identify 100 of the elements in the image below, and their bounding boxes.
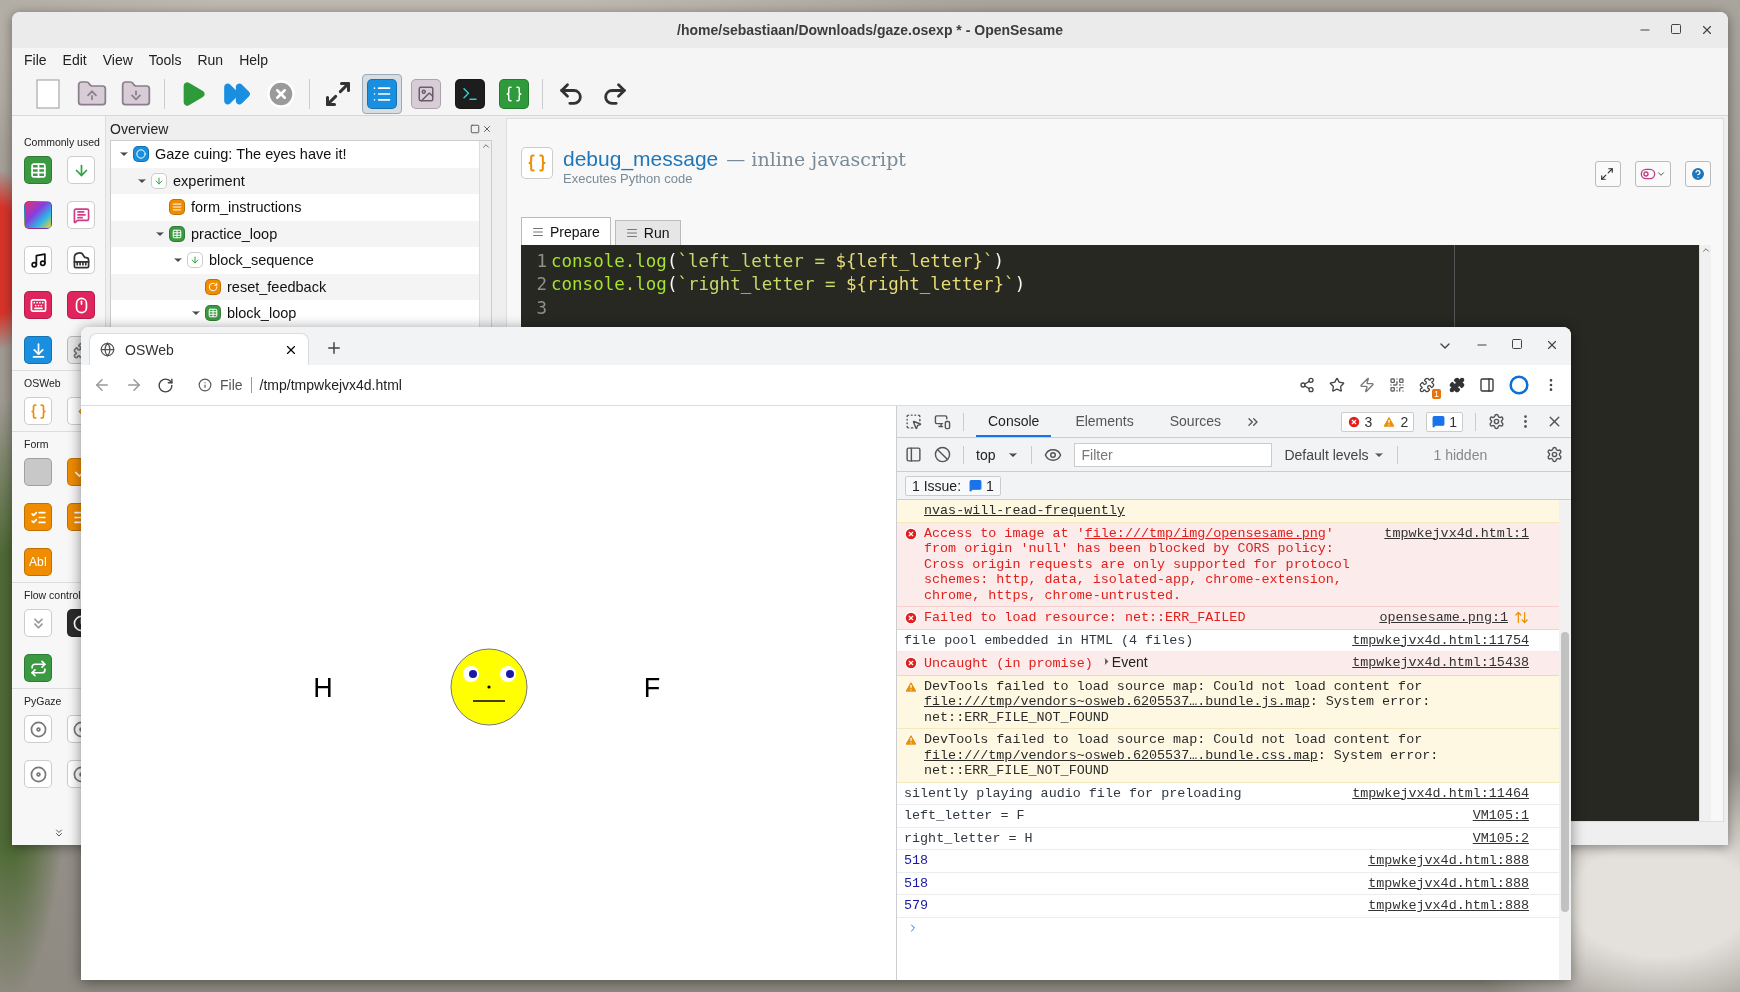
checklist-icon — [24, 503, 52, 531]
down-arrow-icon — [151, 172, 167, 189]
table-icon — [205, 305, 221, 322]
inspect-icon[interactable] — [905, 413, 922, 430]
page-icon — [625, 227, 638, 239]
source-link[interactable]: VM105:1 — [1472, 808, 1529, 824]
code-line: console.log(`left_letter = ${left_letter}`) — [551, 250, 1005, 271]
console-message: Access to image at 'file:///tmp/img/opensesame.png' from origin 'null' has been blocked by CORS policy: Cross origin requests are only supported for protocol schemes: http, data, isolated-app, chrome-extension, chrome, https, chrome-untrusted. — [924, 525, 1351, 603]
extension-icon[interactable] — [1419, 377, 1435, 393]
item-type: — inline javascript — [726, 148, 906, 170]
bolt-icon[interactable] — [1359, 377, 1375, 393]
share-icon[interactable] — [1299, 377, 1315, 393]
source-link[interactable]: VM105:2 — [1472, 830, 1529, 846]
qr-code-icon[interactable] — [1389, 377, 1405, 393]
editor-tab[interactable]: Prepare — [521, 217, 611, 245]
scroll-up-icon[interactable] — [1700, 245, 1711, 255]
reload-icon[interactable] — [157, 376, 174, 394]
menu-item[interactable]: Run — [189, 52, 232, 68]
source-link[interactable]: opensesame.png:1 — [1379, 610, 1508, 626]
menu-item[interactable]: Tools — [140, 52, 190, 68]
item-name[interactable]: debug_message — [563, 147, 719, 171]
console-message: Uncaught (in promise) Event — [924, 655, 1149, 672]
close-icon[interactable] — [482, 124, 492, 134]
scroll-up-icon[interactable] — [480, 141, 491, 151]
repeat-icon — [24, 654, 52, 682]
download-icon — [24, 336, 52, 364]
help-button[interactable] — [1685, 161, 1711, 187]
keyboard-icon — [24, 291, 52, 319]
message-counter[interactable]: 1 — [1426, 411, 1463, 432]
settings-icon[interactable] — [1488, 413, 1505, 430]
menu-item[interactable]: Edit — [54, 52, 95, 68]
line-number: 1 — [535, 250, 548, 271]
globe-icon — [100, 342, 115, 357]
tree-item[interactable]: form_instructions — [191, 199, 302, 216]
source-link[interactable]: tmpwkejvx4d.html:1 — [1384, 525, 1529, 541]
expandable-object[interactable]: Event — [1100, 654, 1148, 670]
panel-title: Overview — [110, 121, 169, 137]
new-tab-icon[interactable] — [325, 339, 343, 357]
menu-item[interactable]: View — [94, 52, 141, 68]
panel-tab[interactable]: Elements — [1063, 406, 1146, 437]
section-label: PyGaze — [24, 695, 63, 707]
panel-tab[interactable]: Sources — [1157, 406, 1234, 437]
issues-button[interactable]: 1 Issue: 1 — [905, 475, 1001, 496]
source-link[interactable]: tmpwkejvx4d.html:888 — [1368, 853, 1529, 869]
piano-icon — [67, 246, 95, 274]
maximize-button[interactable] — [1595, 161, 1621, 187]
back-icon[interactable] — [93, 376, 111, 394]
float-icon[interactable] — [470, 124, 480, 134]
tree-item[interactable]: practice_loop — [191, 225, 278, 242]
info-icon — [198, 378, 212, 392]
sidebar-icon[interactable] — [905, 446, 922, 463]
puzzle-icon[interactable] — [1449, 377, 1465, 393]
scrollbar[interactable] — [1559, 500, 1571, 980]
item-description: Executes Python code — [563, 171, 694, 186]
source-link[interactable]: tmpwkejvx4d.html:15438 — [1352, 655, 1529, 671]
tree-item[interactable]: Gaze cuing: The eyes have it! — [155, 146, 347, 163]
levels-dropdown[interactable]: Default levels — [1284, 446, 1385, 463]
source-link[interactable]: tmpwkejvx4d.html:888 — [1368, 898, 1529, 914]
menu-item[interactable]: Help — [231, 52, 276, 68]
device-toolbar-icon[interactable] — [934, 413, 951, 430]
settings-icon[interactable] — [1546, 446, 1563, 463]
color-gradient-icon — [24, 201, 52, 229]
console-message: 518 — [904, 875, 930, 891]
error-warning-counter[interactable]: 3 2 — [1340, 411, 1415, 432]
tree-item[interactable]: block_sequence — [209, 252, 314, 269]
link[interactable]: nvas-will-read-frequently — [924, 503, 1125, 518]
tree-item[interactable]: experiment — [173, 172, 245, 189]
context-dropdown[interactable]: top — [976, 446, 1020, 463]
link[interactable]: file:///tmp/vendors~osweb.6205537….bundle.css.map — [924, 747, 1318, 763]
maximize-icon[interactable] — [1670, 23, 1682, 35]
scrollbar[interactable] — [479, 141, 491, 327]
error-icon — [904, 611, 918, 625]
line-number: 2 — [535, 274, 548, 295]
forward-icon[interactable] — [125, 376, 143, 394]
menu-item[interactable]: File — [16, 52, 55, 68]
side-panel-icon[interactable] — [1479, 377, 1495, 393]
browser-tab[interactable]: OSWeb — [89, 333, 309, 365]
source-link[interactable]: tmpwkejvx4d.html:11754 — [1352, 632, 1529, 648]
stop-icon — [266, 78, 296, 109]
clear-console-icon[interactable] — [934, 446, 951, 463]
blank-page-icon — [36, 78, 60, 109]
source-link[interactable]: tmpwkejvx4d.html:11464 — [1352, 785, 1529, 801]
text-input-icon: AbI — [24, 548, 52, 576]
scrollbar[interactable] — [1699, 245, 1711, 821]
bookmark-star-icon[interactable] — [1329, 377, 1345, 393]
tree-item[interactable]: block_loop — [227, 305, 297, 322]
link[interactable]: file:///tmp/vendors~osweb.6205537….bundle.js.map — [924, 694, 1310, 709]
table-icon — [169, 225, 185, 242]
filter-field[interactable]: Filter — [1074, 442, 1273, 467]
maximize-icon[interactable] — [1511, 338, 1523, 350]
blank-tile-icon — [24, 458, 52, 486]
link[interactable]: file:///tmp/img/opensesame.png — [1084, 525, 1326, 541]
editor-tab[interactable]: Run — [614, 220, 681, 245]
view-menu-button[interactable] — [1635, 161, 1671, 187]
close-icon[interactable] — [1700, 23, 1714, 37]
tree-item[interactable]: reset_feedback — [227, 278, 327, 295]
source-link[interactable]: tmpwkejvx4d.html:888 — [1368, 875, 1529, 891]
ring-icon[interactable] — [1509, 375, 1529, 395]
letter: F — [643, 672, 661, 704]
close-icon[interactable] — [1545, 338, 1559, 352]
